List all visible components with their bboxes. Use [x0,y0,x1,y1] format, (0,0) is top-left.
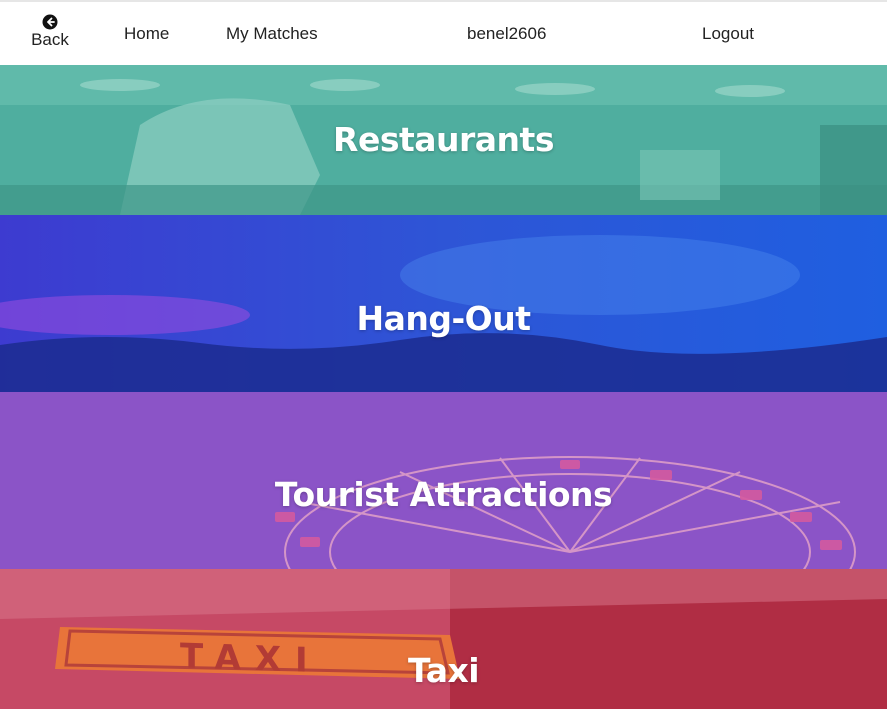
category-taxi[interactable]: TAXI Taxi [0,569,887,709]
category-restaurants[interactable]: Restaurants [0,65,887,215]
category-hang-out[interactable]: Hang-Out [0,215,887,392]
category-label: Tourist Attractions [274,475,613,514]
username-display: benel2606 [467,24,547,43]
category-label: Hang-Out [356,299,531,338]
nav-home-link[interactable]: Home [124,24,169,44]
logout-link[interactable]: Logout [702,24,754,44]
category-label: Taxi [407,651,480,690]
back-button[interactable]: Back [26,14,74,49]
back-label: Back [31,30,69,49]
category-tourist-attractions[interactable]: Tourist Attractions [0,392,887,569]
arrow-circle-left-icon [42,14,58,30]
top-navigation-bar: Back Home My Matches benel2606 Logout [0,0,887,65]
category-label: Restaurants [333,120,554,159]
nav-my-matches-link[interactable]: My Matches [226,24,318,44]
